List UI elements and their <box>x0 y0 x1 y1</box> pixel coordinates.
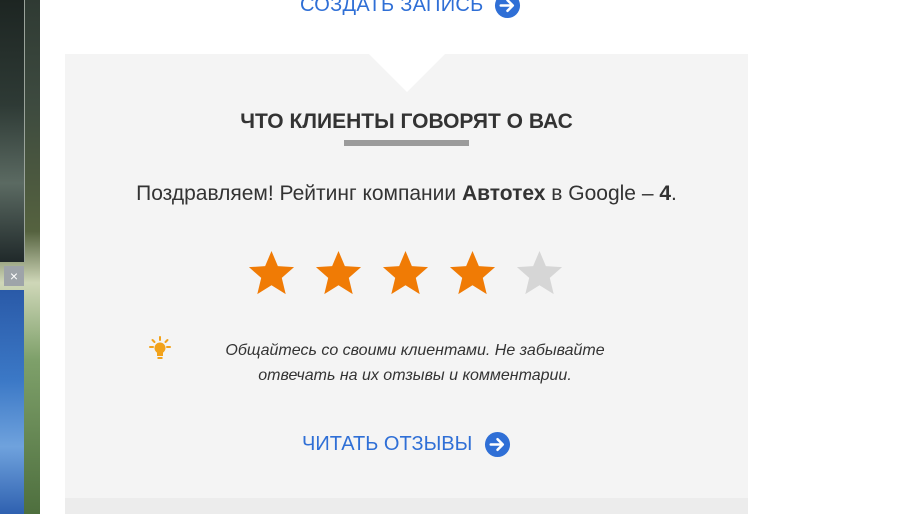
read-reviews-label: ЧИТАТЬ ОТЗЫВЫ <box>302 433 473 455</box>
card-notch <box>369 54 445 92</box>
rating-suffix: . <box>671 182 677 205</box>
star-filled-icon <box>449 250 496 295</box>
rating-value: 4 <box>659 182 672 205</box>
create-post-label: СОЗДАТЬ ЗАПИСЬ <box>300 0 484 16</box>
rating-text: Поздравляем! Рейтинг компании Автотех в … <box>65 182 748 206</box>
tip-text: Общайтесь со своими клиентами. Не забыва… <box>195 338 635 388</box>
star-empty-icon <box>516 250 563 295</box>
star-filled-icon <box>248 250 295 295</box>
card-bottom-band <box>65 498 748 514</box>
rating-middle: в Google – <box>545 182 660 205</box>
background-photo-strip <box>0 0 40 514</box>
background-photo-bottom <box>0 290 24 514</box>
close-button[interactable]: × <box>4 266 24 286</box>
star-filled-icon <box>382 250 429 295</box>
star-rating <box>247 249 564 298</box>
reviews-card: ЧТО КЛИЕНТЫ ГОВОРЯТ О ВАС Поздравляем! Р… <box>65 54 748 514</box>
tip-line-2: отвечать на их отзывы и комментарии. <box>258 367 572 384</box>
read-reviews-link[interactable]: ЧИТАТЬ ОТЗЫВЫ <box>302 431 511 458</box>
rating-prefix: Поздравляем! Рейтинг компании <box>136 182 462 205</box>
star-filled-icon <box>315 250 362 295</box>
title-underline <box>344 140 469 146</box>
company-name: Автотех <box>461 182 546 205</box>
background-photo-top <box>0 0 25 262</box>
reviews-title: ЧТО КЛИЕНТЫ ГОВОРЯТ О ВАС <box>240 110 573 133</box>
arrow-right-circle-icon <box>485 431 511 458</box>
create-post-link[interactable]: СОЗДАТЬ ЗАПИСЬ <box>300 0 521 19</box>
tip-line-1: Общайтесь со своими клиентами. Не забыва… <box>225 342 605 359</box>
lightbulb-icon <box>149 336 171 359</box>
arrow-right-circle-icon <box>494 0 520 19</box>
